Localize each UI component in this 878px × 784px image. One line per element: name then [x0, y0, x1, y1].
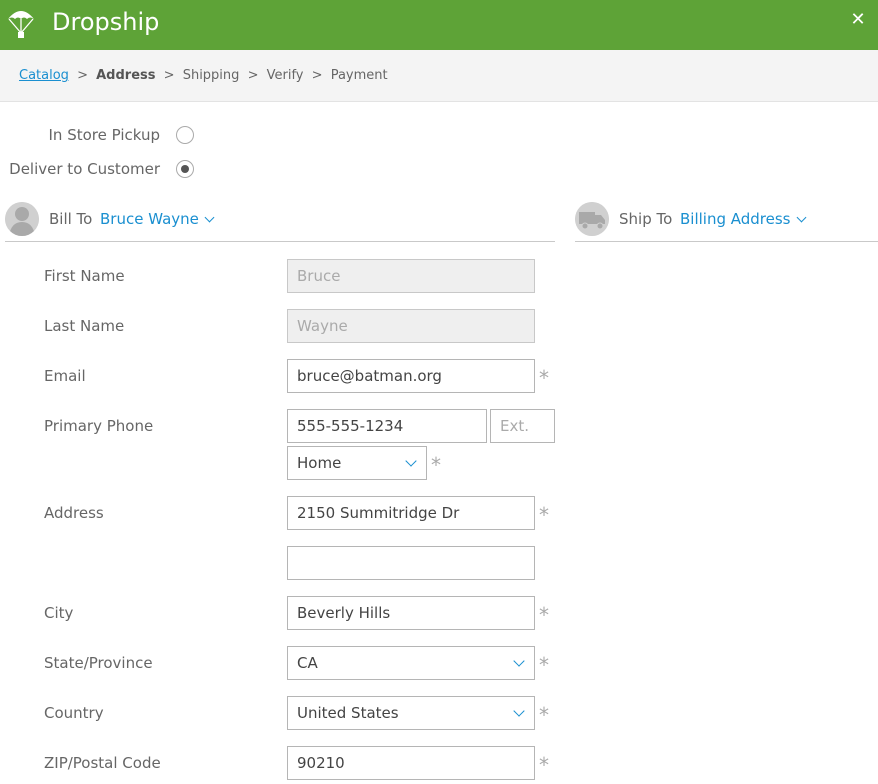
bill-to-label: Bill To: [49, 210, 93, 228]
country-value: United States: [297, 704, 399, 722]
state-select[interactable]: CA: [287, 646, 535, 680]
breadcrumb-catalog-link[interactable]: Catalog: [19, 68, 69, 83]
primary-phone-label: Primary Phone: [44, 417, 154, 435]
in-store-pickup-radio[interactable]: [176, 126, 194, 144]
breadcrumb-separator: >: [77, 68, 88, 83]
bill-to-dropdown[interactable]: Bruce Wayne: [100, 210, 215, 228]
breadcrumb-separator: >: [311, 68, 323, 83]
zip-label: ZIP/Postal Code: [44, 754, 161, 772]
phone-ext-field[interactable]: Ext.: [490, 409, 555, 443]
bill-to-value: Bruce Wayne: [100, 210, 199, 228]
first-name-label: First Name: [44, 267, 125, 285]
breadcrumb-payment: Payment: [330, 68, 388, 83]
phone-field[interactable]: 555-555-1234: [287, 409, 487, 443]
phone-type-value: Home: [297, 454, 342, 472]
chevron-down-icon: [204, 212, 215, 223]
zip-field[interactable]: 90210: [287, 746, 535, 780]
chevron-down-icon: [405, 455, 417, 467]
city-field[interactable]: Beverly Hills: [287, 596, 535, 630]
deliver-to-customer-label: Deliver to Customer: [9, 160, 160, 178]
phone-type-select[interactable]: Home: [287, 446, 427, 480]
required-asterisk: *: [539, 703, 549, 727]
title-bar: Dropship ✕: [0, 0, 878, 50]
email-label: Email: [44, 367, 86, 385]
country-select[interactable]: United States: [287, 696, 535, 730]
breadcrumb-separator: >: [163, 68, 175, 83]
required-asterisk: *: [539, 366, 549, 390]
bill-to-header: Bill To Bruce Wayne: [5, 198, 555, 242]
required-asterisk: *: [539, 603, 549, 627]
required-asterisk: *: [539, 653, 549, 677]
last-name-label: Last Name: [44, 317, 125, 335]
breadcrumb-verify: Verify: [266, 68, 304, 83]
person-avatar-icon: [5, 202, 39, 236]
breadcrumb-address: Address: [96, 68, 156, 83]
ship-to-value: Billing Address: [680, 210, 791, 228]
in-store-pickup-label: In Store Pickup: [48, 126, 161, 144]
country-label: Country: [44, 704, 104, 722]
address-line1-field[interactable]: 2150 Summitridge Dr: [287, 496, 535, 530]
required-asterisk: *: [539, 503, 549, 527]
email-field[interactable]: bruce@batman.org: [287, 359, 535, 393]
chevron-down-icon: [513, 705, 525, 717]
breadcrumb-shipping: Shipping: [182, 68, 240, 83]
city-label: City: [44, 604, 74, 622]
last-name-field: Wayne: [287, 309, 535, 343]
chevron-down-icon: [796, 212, 806, 223]
close-button[interactable]: ✕: [848, 10, 868, 30]
breadcrumb-separator: >: [247, 68, 259, 83]
breadcrumb-bar: Catalog > Address > Shipping > Verify > …: [0, 50, 878, 102]
deliver-to-customer-radio[interactable]: [176, 160, 194, 178]
first-name-field: Bruce: [287, 259, 535, 293]
address-label: Address: [44, 504, 104, 522]
required-asterisk: *: [539, 753, 549, 777]
ship-to-header: Ship To Billing Address: [575, 198, 878, 242]
app-title: Dropship: [52, 8, 160, 36]
truck-icon: [575, 202, 609, 236]
state-value: CA: [297, 654, 318, 672]
parachute-icon: [8, 11, 34, 38]
state-label: State/Province: [44, 654, 153, 672]
address-line2-field[interactable]: [287, 546, 535, 580]
required-asterisk: *: [431, 453, 441, 477]
chevron-down-icon: [513, 655, 525, 667]
breadcrumb: Catalog > Address > Shipping > Verify > …: [19, 68, 388, 83]
close-icon: ✕: [850, 9, 866, 30]
ship-to-dropdown[interactable]: Billing Address: [680, 210, 806, 228]
ship-to-label: Ship To: [619, 210, 673, 228]
